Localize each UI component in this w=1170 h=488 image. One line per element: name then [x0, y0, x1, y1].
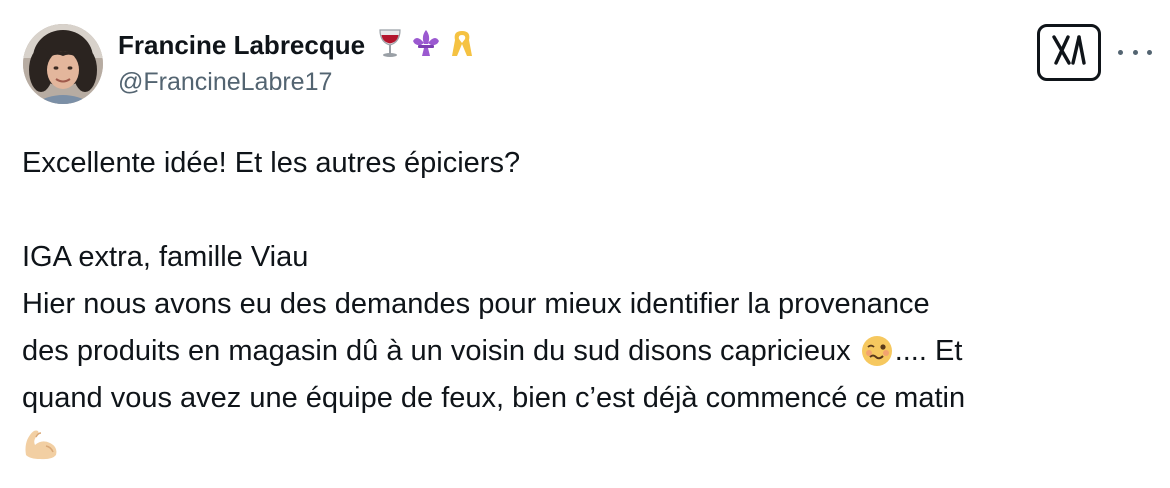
- yellow-ribbon-emoji: [449, 28, 475, 63]
- display-name[interactable]: Francine Labrecque: [118, 30, 365, 61]
- tweet-line: IGA extra, famille Viau: [22, 241, 309, 273]
- tweet-line: [22, 422, 1157, 469]
- tweet-card: Francine Labrecque @FrancineLabre17 Exce…: [0, 0, 1170, 488]
- tweet-line-segment: .... Et: [894, 335, 963, 367]
- more-icon: [1147, 49, 1152, 55]
- wine-glass-emoji: [377, 28, 403, 63]
- fleur-de-lis-emoji: [411, 28, 441, 63]
- tweet-line-segment: des produits en magasin dû à un voisin d…: [22, 335, 851, 367]
- user-handle[interactable]: @FrancineLabre17: [118, 68, 475, 97]
- more-icon: [1118, 49, 1123, 55]
- tweet-text: Excellente idée! Et les autres épiciers?…: [22, 140, 1157, 469]
- tweet-line: Hier nous avons eu des demandes pour mie…: [22, 288, 930, 320]
- avatar[interactable]: [23, 24, 103, 104]
- flexed-biceps-emoji: [22, 425, 62, 476]
- more-button[interactable]: [1118, 40, 1152, 64]
- x-grok-icon: [1050, 34, 1088, 71]
- tweet-line: des produits en magasin dû à un voisin d…: [22, 328, 1157, 375]
- tweet-header: Francine Labrecque @FrancineLabre17: [118, 28, 475, 97]
- more-icon: [1132, 49, 1138, 55]
- tweet-line: Excellente idée! Et les autres épiciers?: [22, 147, 521, 179]
- name-row: Francine Labrecque: [118, 28, 475, 62]
- tweet-line: quand vous avez une équipe de feux, bien…: [22, 382, 966, 414]
- x-grok-button[interactable]: [1037, 24, 1101, 81]
